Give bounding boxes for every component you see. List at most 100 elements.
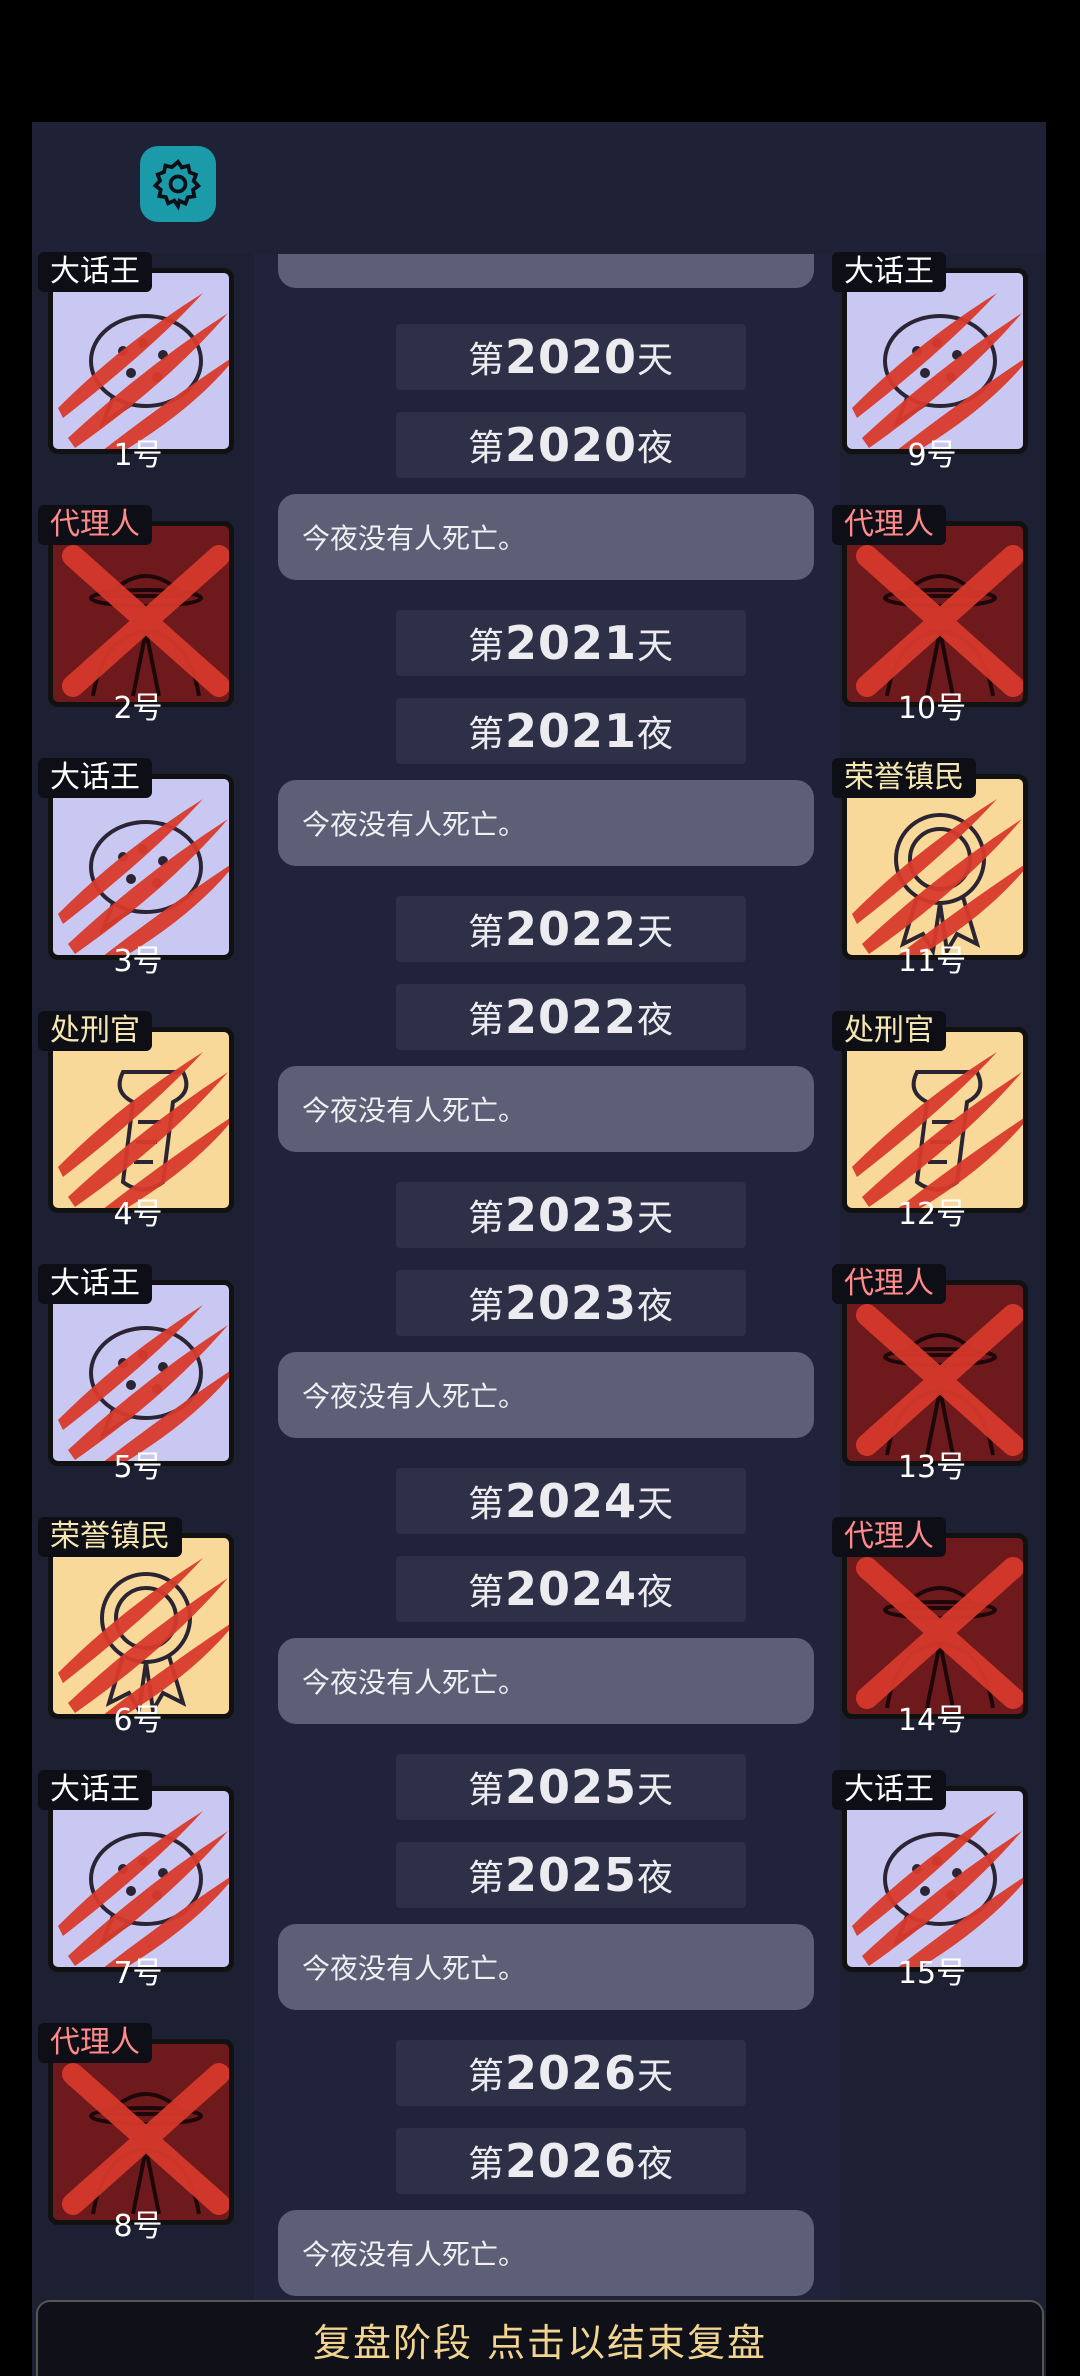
day-prefix: 第 [467, 428, 505, 469]
player-card-9号[interactable]: 大话王 9号 [832, 252, 1032, 473]
day-prefix: 第 [467, 2056, 505, 2097]
night-message: 今夜没有人死亡。 [278, 1638, 814, 1724]
day-prefix: 第 [467, 1000, 505, 1041]
role-card [48, 2039, 234, 2225]
day-label: 第 2020 天 [396, 324, 746, 390]
day-prefix: 第 [467, 1858, 505, 1899]
day-label: 第 2024 天 [396, 1468, 746, 1534]
night-message: 今夜没有人死亡。 [278, 2210, 814, 2296]
day-suffix: 夜 [637, 1000, 675, 1041]
day-label: 第 2021 夜 [396, 698, 746, 764]
player-number: 9号 [907, 438, 957, 473]
role-card [842, 774, 1028, 960]
role-tag: 荣誉镇民 [832, 758, 976, 798]
day-label: 第 2025 天 [396, 1754, 746, 1820]
role-card [842, 1786, 1028, 1972]
player-card-5号[interactable]: 大话王 5号 [38, 1264, 238, 1485]
player-number: 14号 [897, 1703, 967, 1738]
day-number: 2020 [504, 330, 638, 384]
player-card-8号[interactable]: 代理人 8号 [38, 2023, 238, 2244]
player-card-14号[interactable]: 代理人 14号 [832, 1517, 1032, 1738]
day-label: 第 2023 夜 [396, 1270, 746, 1336]
day-suffix: 天 [637, 340, 675, 381]
role-card [842, 521, 1028, 707]
role-tag: 代理人 [38, 505, 152, 545]
role-card [48, 1027, 234, 1213]
role-tag: 代理人 [832, 1264, 946, 1304]
player-card-6号[interactable]: 荣誉镇民 6号 [38, 1517, 238, 1738]
player-number: 8号 [113, 2209, 163, 2244]
night-message: 今夜没有人死亡。 [278, 1924, 814, 2010]
role-tag: 代理人 [38, 2023, 152, 2063]
role-tag: 大话王 [38, 1770, 152, 1810]
role-tag: 大话王 [38, 1264, 152, 1304]
day-number: 2023 [504, 1276, 638, 1330]
player-card-15号[interactable]: 大话王 15号 [832, 1770, 1032, 1991]
player-number: 12号 [897, 1197, 967, 1232]
day-prefix: 第 [467, 912, 505, 953]
day-suffix: 夜 [637, 428, 675, 469]
top-bar [32, 122, 1046, 254]
day-suffix: 天 [637, 2056, 675, 2097]
day-suffix: 夜 [637, 2144, 675, 2185]
game-log[interactable]: 第 2020 天第 2020 夜今夜没有人死亡。第 2021 天第 2021 夜今夜没有人死亡。… [254, 254, 840, 2364]
msg-bubble-partial [278, 254, 814, 288]
day-suffix: 夜 [637, 714, 675, 755]
player-number: 15号 [897, 1956, 967, 1991]
role-card [842, 1533, 1028, 1719]
day-prefix: 第 [467, 626, 505, 667]
day-label: 第 2023 天 [396, 1182, 746, 1248]
day-label: 第 2024 夜 [396, 1556, 746, 1622]
role-tag: 大话王 [38, 252, 152, 292]
day-label: 第 2022 天 [396, 896, 746, 962]
player-card-2号[interactable]: 代理人 2号 [38, 505, 238, 726]
day-number: 2024 [504, 1474, 638, 1528]
day-number: 2022 [504, 990, 638, 1044]
day-number: 2021 [504, 616, 638, 670]
day-suffix: 天 [637, 626, 675, 667]
day-suffix: 夜 [637, 1286, 675, 1327]
day-number: 2026 [504, 2134, 638, 2188]
day-suffix: 夜 [637, 1572, 675, 1613]
day-label: 第 2021 天 [396, 610, 746, 676]
role-tag: 大话王 [832, 1770, 946, 1810]
player-number: 5号 [113, 1450, 163, 1485]
end-review-button[interactable]: 复盘阶段 点击以结束复盘 [36, 2300, 1044, 2376]
role-card [48, 521, 234, 707]
role-tag: 大话王 [832, 252, 946, 292]
day-suffix: 天 [637, 1770, 675, 1811]
claw-slash-mark [58, 1558, 229, 1714]
day-number: 2024 [504, 1562, 638, 1616]
player-number: 2号 [113, 691, 163, 726]
player-card-12号[interactable]: 处刑官 12号 [832, 1011, 1032, 1232]
player-number: 7号 [113, 1956, 163, 1991]
day-suffix: 天 [637, 1198, 675, 1239]
day-suffix: 夜 [637, 1858, 675, 1899]
night-message: 今夜没有人死亡。 [278, 1066, 814, 1152]
day-number: 2023 [504, 1188, 638, 1242]
day-prefix: 第 [467, 2144, 505, 2185]
player-card-3号[interactable]: 大话王 3号 [38, 758, 238, 979]
player-card-7号[interactable]: 大话王 7号 [38, 1770, 238, 1991]
role-tag: 处刑官 [38, 1011, 152, 1051]
day-prefix: 第 [467, 714, 505, 755]
role-card [842, 1280, 1028, 1466]
day-suffix: 天 [637, 1484, 675, 1525]
player-card-10号[interactable]: 代理人 10号 [832, 505, 1032, 726]
player-card-4号[interactable]: 处刑官 4号 [38, 1011, 238, 1232]
night-message: 今夜没有人死亡。 [278, 494, 814, 580]
day-number: 2025 [504, 1848, 638, 1902]
player-card-13号[interactable]: 代理人 13号 [832, 1264, 1032, 1485]
day-label: 第 2026 夜 [396, 2128, 746, 2194]
role-tag: 大话王 [38, 758, 152, 798]
day-number: 2021 [504, 704, 638, 758]
claw-slash-mark [58, 1052, 229, 1208]
day-number: 2020 [504, 418, 638, 472]
player-card-11号[interactable]: 荣誉镇民 11号 [832, 758, 1032, 979]
day-label: 第 2026 天 [396, 2040, 746, 2106]
settings-button[interactable] [140, 146, 216, 222]
role-card [48, 1533, 234, 1719]
day-number: 2026 [504, 2046, 638, 2100]
day-number: 2022 [504, 902, 638, 956]
player-card-1号[interactable]: 大话王 1号 [38, 252, 238, 473]
